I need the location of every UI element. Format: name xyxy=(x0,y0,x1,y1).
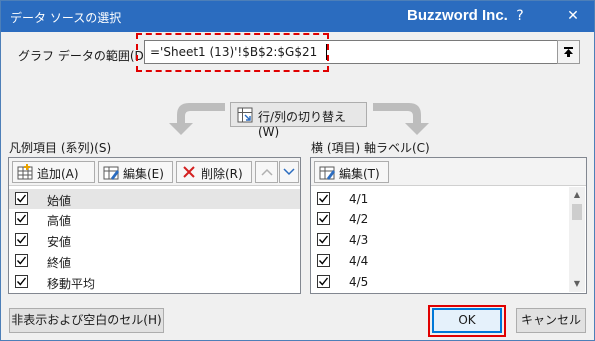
series-label: 始値 xyxy=(47,194,72,208)
series-label: 移動平均 xyxy=(47,277,96,291)
chevron-up-icon xyxy=(261,168,273,176)
series-checkbox[interactable] xyxy=(15,275,28,288)
category-checkbox[interactable] xyxy=(317,254,330,267)
category-label: 4/2 xyxy=(349,212,369,226)
curved-arrow-right-icon xyxy=(373,103,429,135)
category-toolbar: 編集(T) xyxy=(311,158,586,186)
close-button[interactable]: ✕ xyxy=(562,5,584,27)
series-checkbox[interactable] xyxy=(15,254,28,267)
title-bar: データ ソースの選択 Buzzword Inc. ? ✕ xyxy=(1,1,594,32)
series-item[interactable]: 高値 xyxy=(9,209,300,229)
checkmark-icon xyxy=(318,194,329,203)
category-label: 4/1 xyxy=(349,192,369,206)
add-table-icon xyxy=(17,164,33,180)
category-item[interactable]: 4/3 xyxy=(311,230,586,250)
hidden-empty-cells-button[interactable]: 非表示および空白のセル(H) xyxy=(9,308,164,333)
collapse-dialog-icon xyxy=(564,47,573,57)
series-label: 終値 xyxy=(47,256,72,270)
chevron-down-icon xyxy=(283,168,295,176)
add-series-button[interactable]: 追加(A) xyxy=(12,161,95,183)
delete-series-label: 削除(R) xyxy=(201,167,243,181)
category-panel-label: 横 (項目) 軸ラベル(C) xyxy=(311,141,430,155)
series-item[interactable]: 移動平均 xyxy=(9,272,300,292)
category-checkbox[interactable] xyxy=(317,192,330,205)
add-series-label: 追加(A) xyxy=(37,167,79,181)
checkmark-icon xyxy=(16,214,27,223)
edit-series-button[interactable]: 編集(E) xyxy=(98,161,173,183)
category-item[interactable]: 4/5 xyxy=(311,272,586,292)
move-up-button[interactable] xyxy=(255,161,278,183)
series-checkbox[interactable] xyxy=(15,233,28,246)
scroll-thumb[interactable] xyxy=(572,204,582,220)
range-label: グラフ データの範囲(D): xyxy=(18,49,153,63)
series-item[interactable]: 始値 xyxy=(9,189,300,209)
collapse-range-button[interactable] xyxy=(557,40,580,64)
ok-highlight-box xyxy=(428,305,506,337)
category-scrollbar[interactable]: ▲ ▼ xyxy=(569,187,585,292)
window-title: データ ソースの選択 xyxy=(10,11,122,25)
checkmark-icon xyxy=(16,194,27,203)
switch-row-column-icon xyxy=(237,107,253,123)
switch-row-column-label: 行/列の切り替え(W) xyxy=(258,110,347,139)
cancel-button[interactable]: キャンセル xyxy=(516,308,586,333)
category-item[interactable]: 4/2 xyxy=(311,209,586,229)
series-toolbar: 追加(A) 編集(E) 削除(R) xyxy=(9,158,300,186)
delete-x-icon xyxy=(183,166,195,178)
edit-category-button[interactable]: 編集(T) xyxy=(314,161,389,183)
category-panel: 編集(T) 4/1 4/2 4/3 4/4 4/5 ▲ ▼ xyxy=(310,157,587,294)
edit-table-icon xyxy=(319,166,335,180)
select-data-source-dialog: データ ソースの選択 Buzzword Inc. ? ✕ グラフ データの範囲(… xyxy=(0,0,595,341)
curved-arrow-left-icon xyxy=(169,103,225,135)
help-button[interactable]: ? xyxy=(509,5,531,27)
series-label: 安値 xyxy=(47,235,72,249)
checkmark-icon xyxy=(318,256,329,265)
category-checkbox[interactable] xyxy=(317,212,330,225)
series-label: 高値 xyxy=(47,214,72,228)
scroll-up-icon[interactable]: ▲ xyxy=(569,187,585,203)
category-item[interactable]: 4/1 xyxy=(311,189,586,209)
delete-series-button[interactable]: 削除(R) xyxy=(176,161,252,183)
switch-row-column-button[interactable]: 行/列の切り替え(W) xyxy=(230,102,367,139)
checkmark-icon xyxy=(16,256,27,265)
checkmark-icon xyxy=(16,235,27,244)
range-highlight-box xyxy=(136,33,329,72)
category-label: 4/3 xyxy=(349,233,369,247)
checkmark-icon xyxy=(318,214,329,223)
series-checkbox[interactable] xyxy=(15,212,28,225)
category-checkbox[interactable] xyxy=(317,233,330,246)
edit-category-label: 編集(T) xyxy=(339,167,380,181)
brand-watermark: Buzzword Inc. xyxy=(407,7,508,24)
category-item[interactable]: 4/4 xyxy=(311,251,586,271)
checkmark-icon xyxy=(318,235,329,244)
edit-series-label: 編集(E) xyxy=(123,167,164,181)
series-panel-label: 凡例項目 (系列)(S) xyxy=(9,141,112,155)
checkmark-icon xyxy=(16,277,27,286)
category-checkbox[interactable] xyxy=(317,275,330,288)
checkmark-icon xyxy=(318,277,329,286)
edit-table-icon xyxy=(103,166,119,180)
move-down-button[interactable] xyxy=(279,161,299,183)
series-item[interactable]: 終値 xyxy=(9,251,300,271)
category-label: 4/5 xyxy=(349,275,369,289)
category-label: 4/4 xyxy=(349,254,369,268)
series-checkbox[interactable] xyxy=(15,192,28,205)
series-panel: 追加(A) 編集(E) 削除(R) 始値 高値 安値 終値 移動平均 xyxy=(8,157,301,294)
scroll-down-icon[interactable]: ▼ xyxy=(569,276,585,292)
series-item[interactable]: 安値 xyxy=(9,230,300,250)
